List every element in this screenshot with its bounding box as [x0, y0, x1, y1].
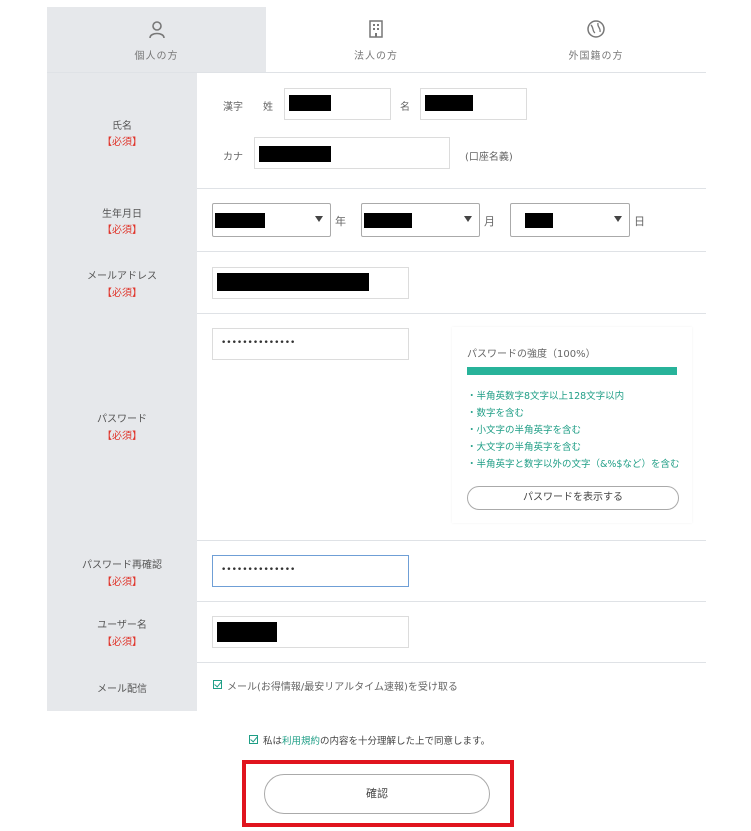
- chevron-down-icon: [464, 216, 472, 222]
- tab-label: 法人の方: [354, 51, 398, 62]
- registration-form: 氏名 【必須】 漢字 姓 名 カナ (口座名義) 生年月日 【必須】 年 月 日…: [47, 72, 706, 711]
- criterion: ・数字を含む: [467, 408, 525, 419]
- birth-year-select[interactable]: [212, 203, 331, 237]
- mei-label: 名: [400, 102, 410, 113]
- criterion: ・大文字の半角英字を含む: [467, 442, 582, 453]
- required-badge: 【必須】: [102, 637, 142, 648]
- registration-type-tabs: 個人の方 法人の方 外国籍の方: [47, 7, 706, 72]
- tab-label: 個人の方: [134, 51, 179, 62]
- sei-label: 姓: [263, 102, 273, 113]
- password-input[interactable]: ••••••••••••••: [212, 328, 409, 360]
- row-name: 氏名 【必須】 漢字 姓 名 カナ (口座名義): [47, 73, 706, 189]
- strength-title: パスワードの強度（100%）: [467, 349, 596, 360]
- redacted-value: [289, 95, 331, 111]
- day-suffix: 日: [634, 215, 645, 228]
- kanji-label: 漢字: [223, 102, 243, 113]
- month-suffix: 月: [484, 215, 495, 228]
- password-value: ••••••••••••••: [221, 338, 296, 348]
- kana-label: カナ: [223, 152, 243, 163]
- tab-corporation[interactable]: 法人の方: [266, 7, 486, 72]
- building-icon: [369, 20, 383, 38]
- mail-delivery-checkbox[interactable]: [213, 680, 222, 689]
- show-password-button[interactable]: パスワードを表示する: [467, 486, 679, 510]
- required-badge: 【必須】: [102, 288, 142, 299]
- mail-delivery-label: メール配信: [97, 684, 147, 695]
- email-label: メールアドレス: [87, 271, 157, 282]
- kana-input[interactable]: [254, 137, 450, 169]
- redacted-value: [525, 213, 553, 228]
- terms-suffix: の内容を十分理解した上で同意します。: [320, 736, 491, 747]
- year-suffix: 年: [335, 215, 346, 228]
- redacted-value: [217, 273, 369, 291]
- person-icon: [148, 21, 165, 39]
- globe-icon: [587, 20, 605, 38]
- row-birthdate: 生年月日 【必須】 年 月 日: [47, 188, 706, 252]
- username-label: ユーザー名: [97, 620, 147, 631]
- chevron-down-icon: [315, 216, 323, 222]
- first-name-input[interactable]: [420, 88, 527, 120]
- birthdate-label: 生年月日: [102, 209, 142, 220]
- confirm-highlight: 確認: [242, 760, 514, 827]
- mail-delivery-checkbox-label: メール(お得情報/最安リアルタイム速報)を受け取る: [227, 682, 458, 693]
- password-confirm-label: パスワード再確認: [82, 560, 162, 571]
- birth-day-select[interactable]: [510, 203, 630, 237]
- strength-bar: [467, 367, 677, 375]
- tab-individual[interactable]: 個人の方: [47, 7, 266, 72]
- criterion: ・小文字の半角英字を含む: [467, 425, 582, 436]
- chevron-down-icon: [614, 216, 622, 222]
- password-confirm-input[interactable]: ••••••••••••••: [212, 555, 409, 587]
- tab-foreign[interactable]: 外国籍の方: [486, 7, 706, 72]
- terms-checkbox[interactable]: [249, 735, 258, 744]
- terms-agreement: 私は利用規約の内容を十分理解した上で同意します。: [249, 732, 549, 748]
- row-password: パスワード 【必須】 •••••••••••••• パスワードの強度（100%）…: [47, 313, 706, 541]
- row-username: ユーザー名 【必須】: [47, 601, 706, 663]
- password-strength-panel: パスワードの強度（100%） ・半角英数字8文字以上128文字以内 ・数字を含む…: [452, 327, 692, 523]
- tab-label: 外国籍の方: [568, 51, 624, 62]
- required-badge: 【必須】: [102, 431, 142, 442]
- confirm-button[interactable]: 確認: [264, 774, 490, 814]
- row-password-confirm: パスワード再確認 【必須】 ••••••••••••••: [47, 540, 706, 602]
- redacted-value: [425, 95, 473, 111]
- required-badge: 【必須】: [102, 137, 142, 148]
- required-badge: 【必須】: [102, 577, 142, 588]
- password-confirm-value: ••••••••••••••: [221, 565, 296, 575]
- redacted-value: [215, 213, 265, 228]
- kana-note: (口座名義): [465, 152, 513, 163]
- username-input[interactable]: [212, 616, 409, 648]
- redacted-value: [217, 622, 277, 642]
- email-input[interactable]: [212, 267, 409, 299]
- birth-month-select[interactable]: [361, 203, 480, 237]
- redacted-value: [364, 213, 412, 228]
- criterion: ・半角英数字8文字以上128文字以内: [467, 391, 625, 402]
- terms-prefix: 私は: [263, 736, 283, 747]
- password-label: パスワード: [97, 414, 147, 425]
- row-email: メールアドレス 【必須】: [47, 251, 706, 314]
- terms-link[interactable]: 利用規約: [282, 736, 320, 747]
- criterion: ・半角英字と数字以外の文字（&%$など）を含む: [467, 459, 680, 470]
- required-badge: 【必須】: [102, 225, 142, 236]
- name-label: 氏名: [112, 121, 132, 132]
- row-mail-delivery: メール配信 メール(お得情報/最安リアルタイム速報)を受け取る: [47, 662, 706, 711]
- last-name-input[interactable]: [284, 88, 391, 120]
- redacted-value: [259, 146, 331, 162]
